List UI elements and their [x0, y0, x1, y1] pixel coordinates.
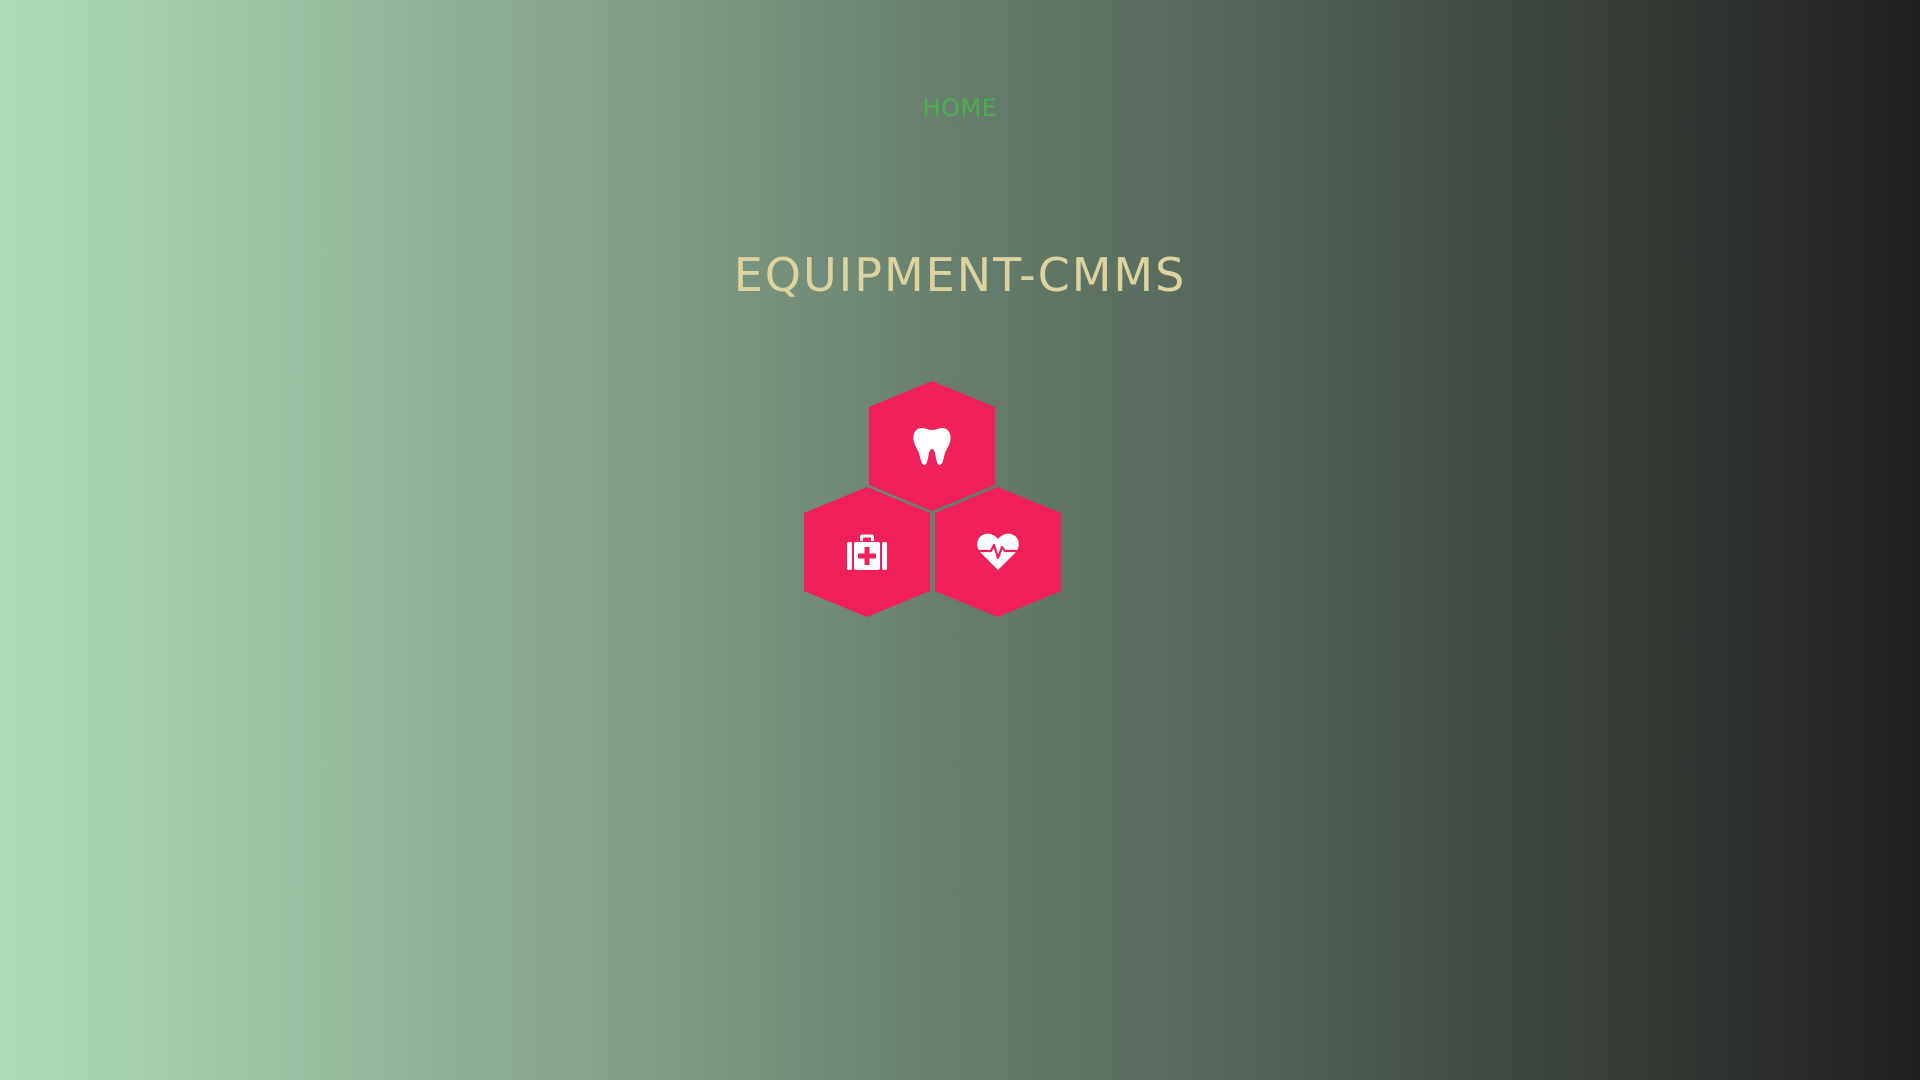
nav-home-link[interactable]: HOME — [923, 94, 998, 122]
tooth-icon — [912, 425, 952, 467]
medical-kit-icon — [846, 533, 888, 571]
page-title: Equipment-CMMS — [733, 248, 1187, 302]
top-nav: HOME — [0, 88, 1920, 128]
cardiology-tile[interactable] — [935, 487, 1061, 617]
medical-kit-tile[interactable] — [804, 487, 930, 617]
dental-tile[interactable] — [869, 381, 995, 511]
heartbeat-icon — [976, 532, 1020, 572]
